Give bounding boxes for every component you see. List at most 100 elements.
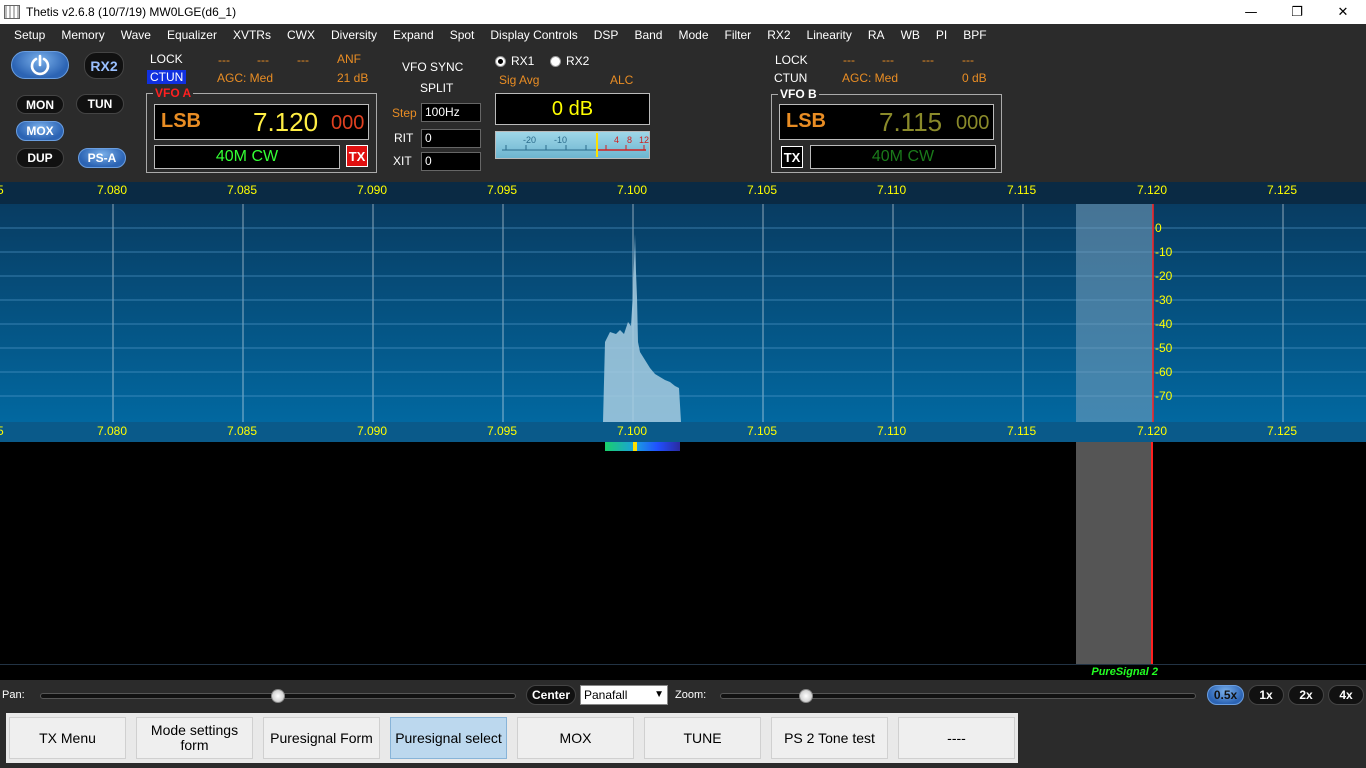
vfo-a-tx-badge[interactable]: TX xyxy=(346,145,368,167)
rit-input[interactable]: 0 xyxy=(421,129,481,148)
vfo-b-tx-badge[interactable]: TX xyxy=(781,146,803,168)
db-label: -30 xyxy=(1155,293,1173,307)
zoom-1x-button[interactable]: 1x xyxy=(1248,685,1284,705)
vfo-a-display[interactable]: LSB 7.120 000 xyxy=(154,104,369,140)
zoom-slider-knob[interactable] xyxy=(798,689,813,703)
maximize-button[interactable]: ❐ xyxy=(1274,0,1320,24)
rit-label[interactable]: RIT xyxy=(394,131,413,145)
display-mode-value: Panafall xyxy=(584,688,628,702)
dup-button[interactable]: DUP xyxy=(16,148,64,168)
vfo-b-freq-sub[interactable]: 000 xyxy=(956,112,989,135)
freq-label-bottom: 7.125 xyxy=(1267,424,1297,438)
center-button[interactable]: Center xyxy=(526,685,576,705)
meter-mode[interactable]: Sig Avg xyxy=(499,73,539,87)
power-icon xyxy=(30,54,50,76)
menu-pi[interactable]: PI xyxy=(928,28,955,42)
vfo-a-ctun[interactable]: CTUN xyxy=(147,70,187,84)
freq-label-top: 7.080 xyxy=(97,183,127,197)
rx2-label: RX2 xyxy=(566,54,590,68)
vfo-b-display[interactable]: LSB 7.115 000 xyxy=(779,104,994,140)
menu-spot[interactable]: Spot xyxy=(442,28,483,42)
vfo-b-freq[interactable]: 7.115 xyxy=(879,107,942,138)
menu-cwx[interactable]: CWX xyxy=(279,28,323,42)
filter-passband[interactable] xyxy=(1076,204,1153,422)
mon-button[interactable]: MON xyxy=(16,95,64,114)
pan-slider-knob[interactable] xyxy=(271,689,285,703)
menu-rx2[interactable]: RX2 xyxy=(759,28,798,42)
menu-display-controls[interactable]: Display Controls xyxy=(482,28,585,42)
tun-button[interactable]: TUN xyxy=(76,94,124,114)
meter-scale-1: -10 xyxy=(554,135,568,145)
status-strip: PureSignal 2 xyxy=(0,664,1366,680)
freq-label-top: 7.085 xyxy=(227,183,257,197)
vfo-a-freq-sub[interactable]: 000 xyxy=(331,112,364,135)
vfo-a-lock[interactable]: LOCK xyxy=(150,52,183,66)
freq-label-bottom: 7.090 xyxy=(357,424,387,438)
vfo-b-title: VFO B xyxy=(778,87,819,101)
unassigned-fkey-button[interactable]: ---- xyxy=(898,717,1015,759)
alc-label[interactable]: ALC xyxy=(610,73,633,87)
step-input[interactable]: 100Hz xyxy=(421,103,481,122)
vfo-b-lock[interactable]: LOCK xyxy=(775,53,808,67)
freq-label-top: 7.100 xyxy=(617,183,647,197)
waterfall[interactable] xyxy=(0,442,1366,664)
zoom-slider[interactable] xyxy=(720,693,1196,699)
rx2-radio[interactable] xyxy=(550,56,561,67)
vfo-a-band[interactable]: 40M CW xyxy=(154,145,340,169)
db-label: -40 xyxy=(1155,317,1173,331)
menu-expand[interactable]: Expand xyxy=(385,28,442,42)
app-icon xyxy=(4,5,20,19)
panadapter[interactable]: 7.080 7.085 7.090 7.095 7.100 7.105 7.110 7.115… xyxy=(0,182,1366,442)
thetis-window: Thetis v2.6.8 (10/7/19) MW0LGE(d6_1) — ❐… xyxy=(0,0,1366,768)
panadapter-svg[interactable]: 7.080 7.085 7.090 7.095 7.100 7.105 7.110 7.115… xyxy=(0,182,1366,442)
split-label[interactable]: SPLIT xyxy=(420,81,453,95)
xit-label[interactable]: XIT xyxy=(393,154,412,168)
menu-wb[interactable]: WB xyxy=(893,28,928,42)
close-button[interactable]: ✕ xyxy=(1320,0,1366,24)
zoom-4x-button[interactable]: 4x xyxy=(1328,685,1364,705)
tx-menu-button[interactable]: TX Menu xyxy=(9,717,126,759)
zoom-2x-button[interactable]: 2x xyxy=(1288,685,1324,705)
power-button[interactable] xyxy=(11,51,69,79)
freq-label-top: 7.110 xyxy=(877,183,906,197)
window-title: Thetis v2.6.8 (10/7/19) MW0LGE(d6_1) xyxy=(26,5,237,19)
menu-diversity[interactable]: Diversity xyxy=(323,28,385,42)
puresignal-status: PureSignal 2 xyxy=(1091,666,1158,678)
mode-settings-form-button[interactable]: Mode settings form xyxy=(136,717,253,759)
step-label: Step xyxy=(392,106,417,120)
ps-2-tone-test-button[interactable]: PS 2 Tone test xyxy=(771,717,888,759)
puresignal-select-button[interactable]: Puresignal select xyxy=(390,717,507,759)
menu-equalizer[interactable]: Equalizer xyxy=(159,28,225,42)
vfo-a-freq[interactable]: 7.120 xyxy=(253,107,318,138)
menu-setup[interactable]: Setup xyxy=(0,28,53,42)
menu-wave[interactable]: Wave xyxy=(113,28,159,42)
vfo-b-ctun[interactable]: CTUN xyxy=(774,71,807,85)
minimize-button[interactable]: — xyxy=(1228,0,1274,24)
vfo-a-gain: 21 dB xyxy=(337,71,369,85)
menu-dsp[interactable]: DSP xyxy=(586,28,627,42)
db-label: 0 xyxy=(1155,221,1162,235)
menu-band[interactable]: Band xyxy=(626,28,670,42)
menu-memory[interactable]: Memory xyxy=(53,28,112,42)
ps-a-button[interactable]: PS-A xyxy=(78,148,126,168)
mox-button[interactable]: MOX xyxy=(16,121,64,141)
display-mode-select[interactable]: Panafall ▼ xyxy=(580,685,668,705)
rx1-radio[interactable] xyxy=(495,56,506,67)
menu-linearity[interactable]: Linearity xyxy=(799,28,860,42)
zoom-0-5x-button[interactable]: 0.5x xyxy=(1207,685,1244,705)
freq-label-bottom: 7.110 xyxy=(877,424,906,438)
vfo-b-band[interactable]: 40M CW xyxy=(810,145,996,169)
vfo-b-status-3: --- xyxy=(922,53,934,67)
menu-mode[interactable]: Mode xyxy=(670,28,716,42)
rx2-button[interactable]: RX2 xyxy=(84,52,124,79)
puresignal-form-button[interactable]: Puresignal Form xyxy=(263,717,380,759)
menu-bpf[interactable]: BPF xyxy=(955,28,994,42)
vfo-sync-label[interactable]: VFO SYNC xyxy=(402,60,463,74)
mox-fkey-button[interactable]: MOX xyxy=(517,717,634,759)
xit-input[interactable]: 0 xyxy=(421,152,481,171)
menu-ra[interactable]: RA xyxy=(860,28,893,42)
menu-filter[interactable]: Filter xyxy=(717,28,760,42)
menu-xvtrs[interactable]: XVTRs xyxy=(225,28,279,42)
tune-fkey-button[interactable]: TUNE xyxy=(644,717,761,759)
rx1-label: RX1 xyxy=(511,54,535,68)
